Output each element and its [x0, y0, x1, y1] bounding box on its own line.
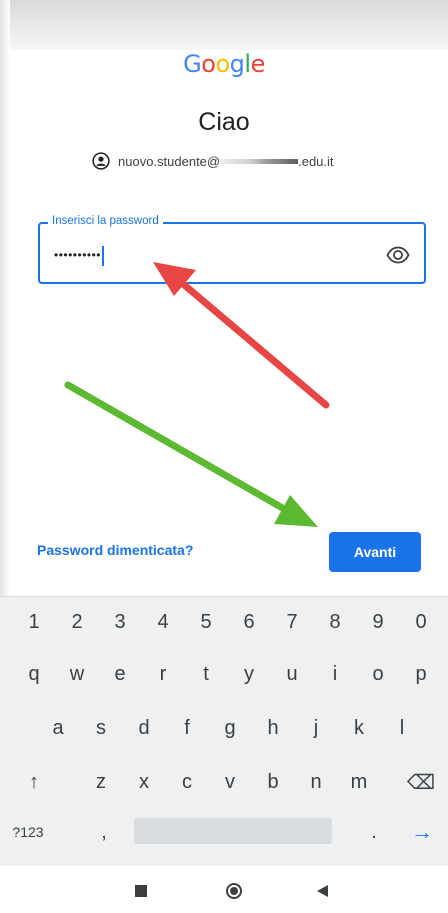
key[interactable]: t: [186, 653, 226, 695]
eye-icon[interactable]: [386, 244, 410, 266]
forgot-password-link[interactable]: Password dimenticata?: [37, 542, 193, 558]
triangle-back-icon[interactable]: [308, 876, 338, 906]
logo-letter: o: [215, 50, 230, 78]
green-arrow-head: [274, 495, 318, 527]
text-cursor: [102, 246, 105, 266]
next-button[interactable]: Avanti: [329, 532, 421, 572]
key[interactable]: 1: [14, 601, 54, 643]
letter-row-2: a s d f g h j k l: [0, 707, 448, 749]
key[interactable]: p: [401, 653, 441, 695]
green-arrow-shaft: [64, 381, 290, 514]
key[interactable]: e: [100, 653, 140, 695]
password-label: Inserisci la password: [48, 215, 163, 227]
shift-key[interactable]: ↑: [14, 761, 54, 803]
key[interactable]: 7: [272, 601, 312, 643]
account-email: nuovo.studente@ .edu.it: [118, 154, 334, 169]
email-redaction: [220, 158, 299, 164]
space-bar[interactable]: [134, 818, 332, 844]
key[interactable]: w: [57, 653, 97, 695]
comma-key[interactable]: ,: [84, 811, 124, 853]
key[interactable]: u: [272, 653, 312, 695]
key[interactable]: l: [382, 707, 422, 749]
key[interactable]: s: [81, 707, 121, 749]
home-glyph: [226, 883, 242, 899]
logo-letter: o: [201, 50, 216, 78]
logo-letter: g: [229, 50, 245, 78]
email-prefix: nuovo.studente@: [118, 153, 221, 169]
key[interactable]: 0: [401, 601, 441, 643]
key[interactable]: 2: [57, 601, 97, 643]
password-masked-value: ••••••••••: [54, 248, 102, 263]
square-icon[interactable]: [126, 876, 156, 906]
enter-key[interactable]: →: [402, 811, 442, 853]
key[interactable]: n: [296, 761, 336, 803]
key[interactable]: k: [339, 707, 379, 749]
key[interactable]: i: [315, 653, 355, 695]
circle-icon[interactable]: [219, 876, 249, 906]
password-input[interactable]: ••••••••••: [54, 246, 105, 266]
logo-letter: G: [183, 50, 202, 78]
key[interactable]: g: [210, 707, 250, 749]
key[interactable]: o: [358, 653, 398, 695]
backspace-key[interactable]: ⌫: [401, 761, 441, 803]
password-field[interactable]: Inserisci la password ••••••••••: [38, 215, 426, 284]
key[interactable]: f: [167, 707, 207, 749]
key[interactable]: z: [81, 761, 121, 803]
navigation-bar: [0, 866, 448, 913]
key[interactable]: h: [253, 707, 293, 749]
key[interactable]: a: [38, 707, 78, 749]
logo-letter: e: [250, 50, 266, 78]
key[interactable]: 6: [229, 601, 269, 643]
red-arrow-shaft: [178, 279, 330, 409]
account-chip[interactable]: nuovo.studente@ .edu.it: [92, 150, 334, 172]
email-suffix: .edu.it: [298, 153, 334, 169]
key[interactable]: v: [210, 761, 250, 803]
key[interactable]: x: [124, 761, 164, 803]
letter-row-3: ↑ z x c v b n m ⌫: [0, 761, 448, 803]
number-row: 1 2 3 4 5 6 7 8 9 0: [0, 601, 448, 643]
key[interactable]: r: [143, 653, 183, 695]
key[interactable]: 9: [358, 601, 398, 643]
key[interactable]: q: [14, 653, 54, 695]
key[interactable]: j: [296, 707, 336, 749]
back-glyph: [317, 885, 328, 897]
key[interactable]: d: [124, 707, 164, 749]
key[interactable]: 4: [143, 601, 183, 643]
google-logo: Google: [0, 50, 448, 78]
period-key[interactable]: .: [354, 811, 394, 853]
key[interactable]: 5: [186, 601, 226, 643]
letter-row-1: q w e r t y u i o p: [0, 653, 448, 695]
key[interactable]: c: [167, 761, 207, 803]
status-bar-area: [0, 0, 448, 50]
account-circle-icon: [92, 152, 110, 170]
key[interactable]: m: [339, 761, 379, 803]
key[interactable]: 3: [100, 601, 140, 643]
recent-apps-glyph: [135, 885, 147, 897]
key[interactable]: b: [253, 761, 293, 803]
key[interactable]: y: [229, 653, 269, 695]
bottom-row: ?123 , . →: [0, 811, 448, 853]
key[interactable]: 8: [315, 601, 355, 643]
on-screen-keyboard: 1 2 3 4 5 6 7 8 9 0 q w e r t y u i o p …: [0, 596, 448, 866]
page-title: Ciao: [198, 108, 250, 136]
symbols-key[interactable]: ?123: [4, 811, 52, 853]
